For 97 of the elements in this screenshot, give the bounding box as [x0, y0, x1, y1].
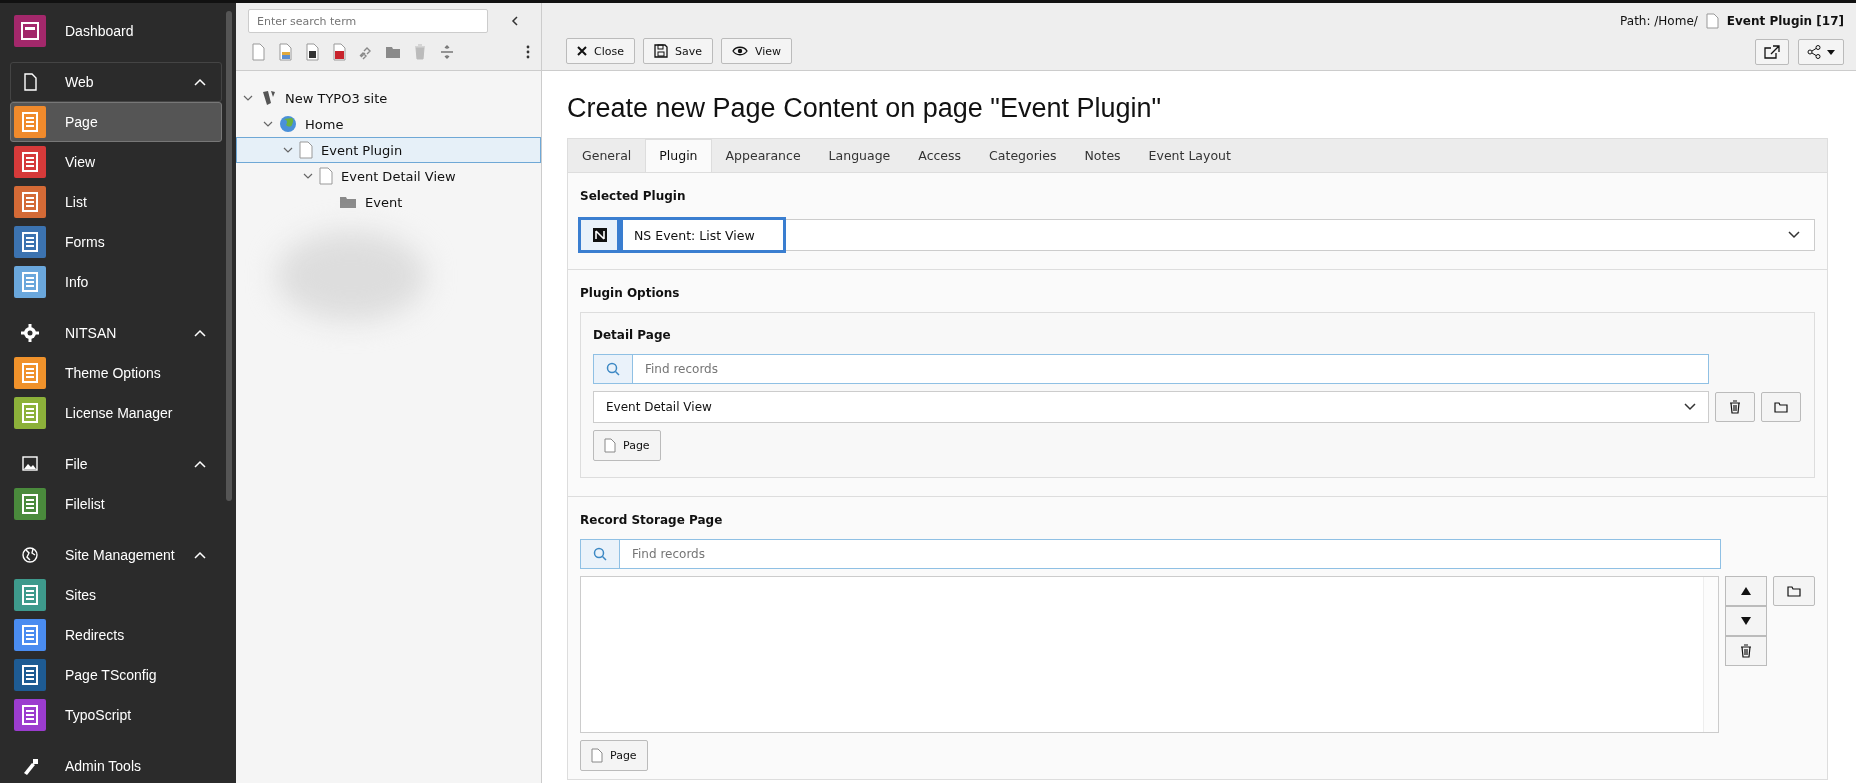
- chevron-icon: [303, 172, 313, 180]
- chevron-icon: [194, 78, 206, 86]
- triangle-down-icon: [1741, 617, 1751, 625]
- plugin-icon: [593, 228, 607, 242]
- delete-button[interactable]: [1725, 636, 1767, 666]
- collapse-icon[interactable]: [510, 15, 520, 27]
- chevron-icon: [194, 460, 206, 468]
- chevron-icon: [243, 94, 253, 102]
- search-field[interactable]: Enter search term: [248, 9, 488, 33]
- page-icon: [1705, 13, 1719, 29]
- browse-button[interactable]: [1761, 392, 1801, 422]
- plugin-select[interactable]: NS Event: List View: [580, 219, 1815, 251]
- path-label: Path: /Home/: [1620, 14, 1698, 28]
- move-up-button[interactable]: [1725, 576, 1767, 606]
- folder-icon: [339, 194, 357, 210]
- module-menu-item[interactable]: Page TSconfig: [10, 655, 222, 695]
- module-menu-item[interactable]: View: [10, 142, 222, 182]
- search-addon[interactable]: [593, 354, 633, 384]
- page-icon: [604, 438, 616, 453]
- chevron-icon: [194, 329, 206, 337]
- tab[interactable]: Language: [814, 139, 905, 172]
- search-addon[interactable]: [580, 539, 620, 569]
- tab[interactable]: General: [568, 139, 646, 172]
- open-new-window-button[interactable]: [1755, 39, 1789, 65]
- module-group-header[interactable]: File: [10, 444, 222, 484]
- module-group-header[interactable]: Web: [10, 62, 222, 102]
- triangle-up-icon: [1741, 587, 1751, 595]
- module-group-header[interactable]: Admin Tools: [10, 746, 222, 783]
- tab[interactable]: Appearance: [711, 139, 815, 172]
- page-icon: [299, 141, 313, 159]
- share-icon: [1807, 45, 1821, 59]
- page-icon: [319, 167, 333, 185]
- field-label: Selected Plugin: [580, 189, 687, 203]
- tab[interactable]: Plugin: [645, 139, 712, 172]
- module-menu-item[interactable]: TypoScript: [10, 695, 222, 735]
- add-page-button[interactable]: Page: [580, 740, 648, 771]
- chevron-down-icon: [1788, 231, 1800, 239]
- globe-icon: [279, 115, 297, 133]
- chevron-icon: [283, 146, 293, 154]
- divider-icon[interactable]: [439, 43, 455, 61]
- module-menu-item[interactable]: Sites: [10, 575, 222, 615]
- folder-icon: [1787, 585, 1801, 597]
- module-menu-item[interactable]: Page: [10, 102, 222, 142]
- module-group-header[interactable]: Site Management: [10, 535, 222, 575]
- more-options-icon[interactable]: [525, 44, 531, 60]
- delete-button[interactable]: [1715, 392, 1755, 422]
- browse-button[interactable]: [1773, 576, 1815, 606]
- search-icon: [593, 547, 607, 561]
- trash-icon: [1740, 644, 1752, 658]
- page-link-icon[interactable]: [331, 43, 347, 61]
- scrollbar[interactable]: [226, 11, 232, 501]
- module-menu-item[interactable]: Theme Options: [10, 353, 222, 393]
- module-menu-item[interactable]: Redirects: [10, 615, 222, 655]
- page-shortcut-icon[interactable]: [304, 43, 320, 61]
- toolbar-button[interactable]: Close: [566, 38, 635, 64]
- section-label: Record Storage Page: [580, 513, 724, 527]
- tree-node[interactable]: Event Detail View: [236, 163, 541, 189]
- module-menu-item[interactable]: List: [10, 182, 222, 222]
- tree-node[interactable]: Event: [236, 189, 541, 215]
- field-label: Detail Page: [593, 328, 672, 342]
- folder-icon: [1774, 401, 1788, 413]
- tab[interactable]: Categories: [975, 139, 1071, 172]
- toolbar-button[interactable]: Save: [642, 38, 713, 64]
- module-menu-item[interactable]: Forms: [10, 222, 222, 262]
- page-title: Event Plugin [17]: [1726, 14, 1844, 28]
- chevron-icon: [263, 120, 273, 128]
- caret-icon: [1827, 49, 1835, 55]
- tree-node[interactable]: Home: [236, 111, 541, 137]
- chevron-down-icon: [1684, 403, 1696, 411]
- module-menu-item[interactable]: Filelist: [10, 484, 222, 524]
- add-page-button[interactable]: Page: [593, 430, 661, 461]
- tab[interactable]: Event Layout: [1134, 139, 1245, 172]
- external-link-icon: [1764, 45, 1780, 59]
- page-icon[interactable]: [277, 43, 293, 61]
- module-menu-item[interactable]: Dashboard: [10, 11, 222, 51]
- find-records-field[interactable]: Find records: [633, 354, 1709, 384]
- tree-node[interactable]: Event Plugin: [236, 137, 541, 163]
- module-menu-item[interactable]: License Manager: [10, 393, 222, 433]
- module-group-header[interactable]: NITSAN: [10, 313, 222, 353]
- eye-icon: [732, 46, 748, 56]
- page-heading: Create new Page Content on page "Event Plugin": [567, 93, 1163, 124]
- tree-node[interactable]: New TYPO3 site: [236, 85, 541, 111]
- section-label: Plugin Options: [580, 286, 681, 300]
- share-button[interactable]: [1798, 39, 1844, 65]
- trash-icon: [1729, 400, 1741, 414]
- save-icon: [653, 44, 668, 58]
- detail-page-select[interactable]: Event Detail View: [593, 391, 1709, 423]
- find-records-field[interactable]: Find records: [620, 539, 1721, 569]
- tab[interactable]: Notes: [1070, 139, 1135, 172]
- search-icon: [606, 362, 620, 376]
- move-down-button[interactable]: [1725, 606, 1767, 636]
- tab[interactable]: Access: [904, 139, 976, 172]
- chevron-icon: [194, 551, 206, 559]
- page-icon: [591, 748, 603, 763]
- module-menu-item[interactable]: Info: [10, 262, 222, 302]
- close-icon: [577, 46, 587, 56]
- toolbar-button[interactable]: View: [721, 38, 793, 64]
